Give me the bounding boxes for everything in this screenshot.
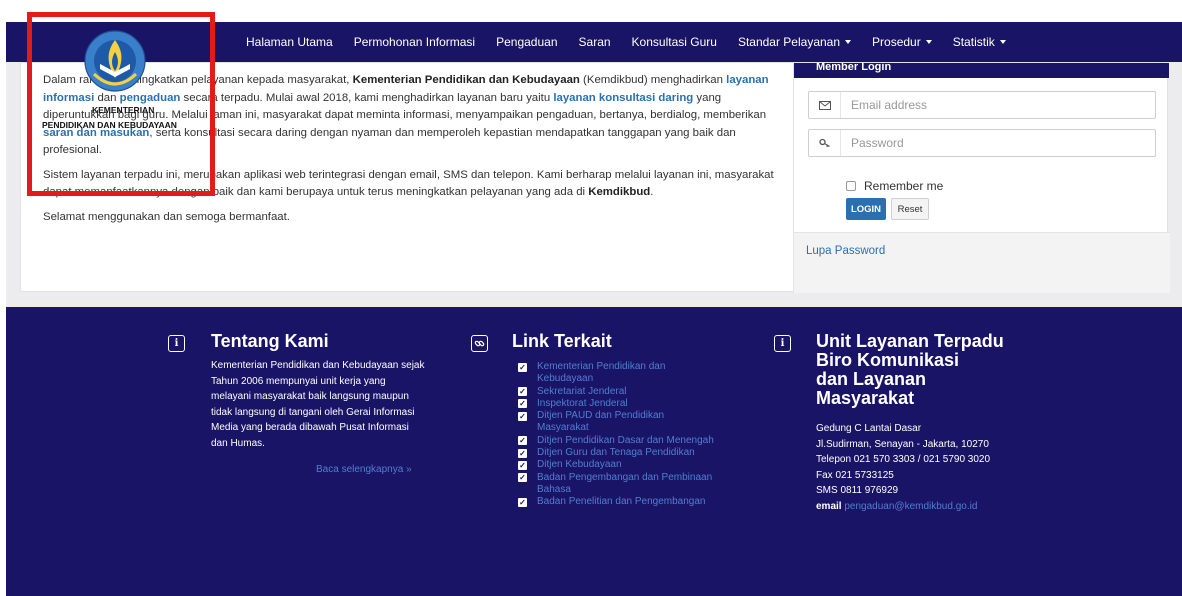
related-link-label[interactable]: Badan Penelitian dan Pengembangan [537, 496, 705, 508]
sms-line: SMS 0811 976929 [816, 485, 899, 496]
remember-me[interactable]: Remember me [846, 179, 943, 193]
checkbox-checked-icon: ✓ [518, 411, 527, 421]
info-icon: i [774, 335, 791, 352]
checkbox-checked-icon: ✓ [518, 460, 527, 470]
about-text: Kementerian Pendidikan dan Kebudayaan se… [211, 360, 425, 449]
nav-item-label: Konsultasi Guru [631, 35, 717, 49]
nav-item-saran[interactable]: Saran [579, 35, 611, 49]
footer: i Tentang Kami Kementerian Pendidikan da… [6, 307, 1182, 596]
intro-bold-text: Kementerian Pendidikan dan Kebudayaan [352, 74, 580, 86]
password-placeholder: Password [851, 136, 904, 150]
checkbox-checked-icon: ✓ [518, 387, 527, 397]
login-header: Member Login [794, 63, 1169, 78]
related-link-item[interactable]: ✓ Ditjen Guru dan Tenaga Pendidikan [518, 447, 718, 459]
nav-item-label: Saran [578, 35, 611, 49]
address-line-1: Gedung C Lantai Dasar [816, 423, 922, 434]
email-placeholder: Email address [851, 98, 928, 112]
related-link-label[interactable]: Kementerian Pendidikan dan Kebudayaan [537, 361, 718, 386]
checkbox-checked-icon: ✓ [518, 436, 527, 446]
related-link-item[interactable]: ✓ Ditjen PAUD dan Pendidikan Masyarakat [518, 410, 718, 435]
email-line: email pengaduan@kemdikbud.go.id [816, 499, 1056, 515]
nav-menu: Halaman Utama Permohonan Informasi Pengadu… [246, 22, 1027, 62]
nav-item-label: Statistik [952, 35, 995, 49]
nav-item-standar-pelayanan[interactable]: Standar Pelayanan [737, 35, 852, 49]
password-field[interactable]: Password [808, 129, 1156, 157]
checkbox-checked-icon: ✓ [518, 497, 527, 507]
login-footer: Lupa Password [794, 232, 1170, 293]
phone-line: Telepon 021 570 3303 / 021 5790 3020 [816, 454, 991, 465]
email-label: email [816, 500, 842, 512]
envelope-icon [809, 92, 841, 118]
related-link-item[interactable]: ✓ Sekretariat Jenderal [518, 386, 718, 398]
caret-down-icon [999, 40, 1006, 44]
caret-down-icon [845, 40, 852, 44]
unit-title: Unit Layanan Terpadu Biro Komunikasi dan L… [816, 332, 1036, 408]
related-link-item[interactable]: ✓ Badan Pengembangan dan Pembinaan Bahasa [518, 472, 718, 497]
unit-contact: Gedung C Lantai Dasar Jl.Sudirman, Senay… [816, 421, 1056, 514]
caret-down-icon [925, 40, 932, 44]
related-link-label[interactable]: Ditjen Pendidikan Dasar dan Menengah [537, 435, 714, 447]
related-links-list: ✓ Kementerian Pendidikan dan Kebudayaan ✓ S… [518, 361, 718, 509]
link-icon [471, 335, 488, 352]
related-link-label[interactable]: Inspektorat Jenderal [537, 398, 628, 410]
remember-checkbox[interactable] [846, 181, 856, 191]
checkbox-checked-icon: ✓ [518, 399, 527, 409]
related-link-label[interactable]: Badan Pengembangan dan Pembinaan Bahasa [537, 472, 718, 497]
key-icon [809, 130, 841, 156]
intro-link[interactable]: layanan konsultasi daring [553, 92, 693, 104]
related-link-item[interactable]: ✓ Kementerian Pendidikan dan Kebudayaan [518, 361, 718, 386]
checkbox-checked-icon: ✓ [518, 362, 527, 372]
read-more-link[interactable]: Baca selengkapnya » [316, 464, 412, 475]
related-link-label[interactable]: Ditjen PAUD dan Pendidikan Masyarakat [537, 410, 718, 435]
related-link-item[interactable]: ✓ Inspektorat Jenderal [518, 398, 718, 410]
intro-text-segment: . [650, 186, 654, 198]
member-login-box: Member Login Email address Password Reme… [793, 63, 1170, 293]
nav-item-konsultasi-guru[interactable]: Konsultasi Guru [632, 35, 717, 49]
intro-text-segment: secara terpadu. Mulai awal 2018, kami me… [180, 91, 554, 104]
checkbox-checked-icon: ✓ [518, 473, 527, 483]
info-icon: i [168, 335, 185, 352]
login-button[interactable]: LOGIN [846, 198, 886, 220]
related-link-item[interactable]: ✓ Ditjen Kebudayaan [518, 459, 718, 471]
intro-paragraph-3: Selamat menggunakan dan semoga bermanfaa… [43, 210, 290, 223]
nav-item-prosedur[interactable]: Prosedur [872, 35, 932, 49]
email-field[interactable]: Email address [808, 91, 1156, 119]
about-title: Tentang Kami [211, 331, 329, 351]
remember-label: Remember me [864, 179, 944, 193]
unit-title-line: dan Layanan [816, 369, 927, 389]
nav-item-statistik[interactable]: Statistik [953, 35, 1006, 49]
fax-line: Fax 021 5733125 [816, 469, 894, 481]
nav-item-permohonan-informasi[interactable]: Permohonan Informasi [354, 35, 475, 49]
forgot-password-link[interactable]: Lupa Password [806, 245, 885, 257]
nav-item-label: Halaman Utama [246, 35, 333, 49]
nav-item-label: Standar Pelayanan [737, 35, 841, 49]
related-link-item[interactable]: ✓ Ditjen Pendidikan Dasar dan Menengah [518, 435, 718, 447]
intro-bold-text: Kemdikbud [588, 186, 651, 198]
nav-item-halaman-utama[interactable]: Halaman Utama [246, 35, 333, 49]
nav-item-label: Pengaduan [496, 35, 558, 49]
intro-text-segment: (Kemdikbud) menghadirkan [579, 74, 727, 86]
links-title: Link Terkait [512, 331, 612, 351]
related-link-label[interactable]: Ditjen Guru dan Tenaga Pendidikan [537, 447, 695, 459]
related-link-label[interactable]: Ditjen Kebudayaan [537, 459, 622, 471]
nav-item-pengaduan[interactable]: Pengaduan [496, 35, 557, 49]
related-link-item[interactable]: ✓ Badan Penelitian dan Pengembangan [518, 496, 718, 508]
reset-button[interactable]: Reset [891, 198, 929, 220]
nav-item-label: Prosedur [872, 35, 921, 49]
email-link[interactable]: pengaduan@kemdikbud.go.id [844, 501, 977, 512]
highlight-box [27, 12, 215, 196]
unit-title-line: Unit Layanan Terpadu [816, 331, 1004, 351]
address-line-2: Jl.Sudirman, Senayan - Jakarta, 10270 [816, 438, 989, 450]
nav-item-label: Permohonan Informasi [353, 35, 476, 49]
checkbox-checked-icon: ✓ [518, 448, 527, 458]
unit-title-line: Biro Komunikasi [816, 350, 960, 370]
unit-title-line: Masyarakat [816, 388, 915, 408]
related-link-label[interactable]: Sekretariat Jenderal [537, 386, 627, 398]
